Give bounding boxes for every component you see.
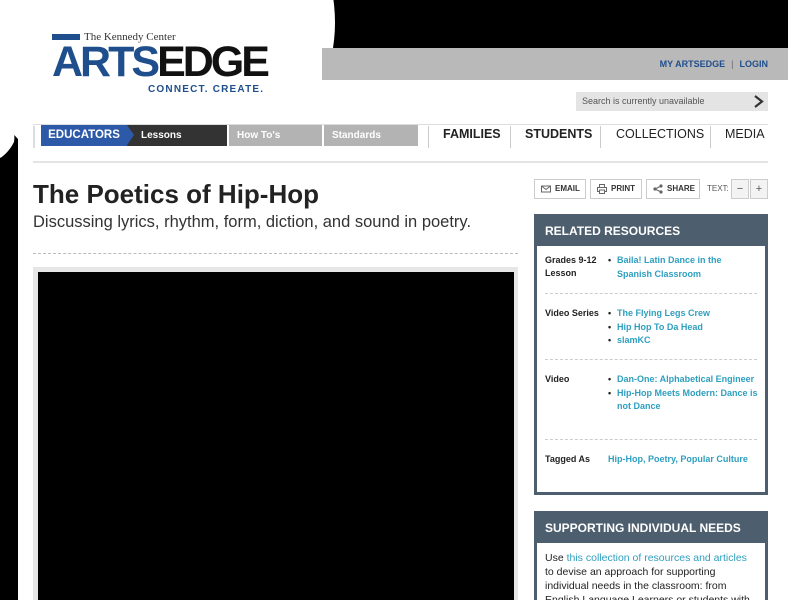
nav-students[interactable]: STUDENTS [525,127,592,141]
wordmark-arts: ARTS [52,38,160,86]
artsedge-wordmark: ARTSEDGE [52,38,270,86]
search-box[interactable]: Search is currently unavailable [576,92,768,111]
resource-links: • The Flying Legs Crew • Hip Hop To Da Hea… [608,307,758,348]
supporting-needs-panel: SUPPORTING INDIVIDUAL NEEDS Use this col… [534,511,768,600]
support-text-start: Use [545,552,567,564]
page-title: The Poetics of Hip-Hop [33,179,319,209]
share-label: SHARE [667,184,696,193]
resource-links: Hip-Hop, Poetry, Popular Culture [608,453,758,467]
bullet: • [608,255,612,265]
subnav-how-tos[interactable]: How To's [229,125,322,146]
resource-link[interactable]: • Hip-Hop Meets Modern: Dance is not Danc… [608,387,758,414]
resource-links: • Dan-One: Alphabetical Engineer • Hip-Hop… [608,373,758,414]
nav-divider [428,126,429,148]
nav-families[interactable]: FAMILIES [443,127,501,141]
resource-link-text[interactable]: Dan-One: Alphabetical Engineer [617,374,754,384]
utility-separator: | [731,59,734,69]
resource-type-label: Tagged As [545,454,591,464]
resource-divider [545,439,757,440]
resource-link[interactable]: • Baila! Latin Dance in the Spanish Class… [608,254,758,281]
support-collection-link[interactable]: this collection of resources and article… [567,552,747,564]
related-resources-panel: RELATED RESOURCES Grades 9-12 Lesson • Ba… [534,214,768,495]
bullet: • [608,308,612,318]
nav-educators[interactable]: EDUCATORS [41,125,127,146]
bullet: • [608,387,612,398]
support-text-end: to devise an approach for supporting ind… [545,566,750,600]
supporting-needs-body: Use this collection of resources and art… [537,543,765,600]
resource-link[interactable]: • Dan-One: Alphabetical Engineer [608,373,758,387]
email-icon [541,185,551,193]
print-button[interactable]: PRINT [590,179,642,199]
resource-link[interactable]: • The Flying Legs Crew [608,307,758,321]
resource-link[interactable]: • Hip Hop To Da Head [608,321,758,335]
nav-bottom-rule [33,161,768,163]
bullet: • [608,321,612,332]
supporting-needs-text: Use this collection of resources and art… [545,551,757,600]
search-placeholder: Search is currently unavailable [582,96,705,106]
nav-divider [710,126,711,148]
resource-type-label: Video Series [545,308,599,318]
resource-link[interactable]: • slamKC [608,334,758,348]
resource-link-text[interactable]: Hip Hop To Da Head [617,322,703,332]
bullet: • [608,335,612,345]
supporting-needs-heading: SUPPORTING INDIVIDUAL NEEDS [545,521,741,535]
share-icon [653,184,663,194]
resource-divider [545,293,757,294]
bullet: • [608,374,612,384]
resource-link-text[interactable]: slamKC [617,335,651,345]
nav-left-edge [33,126,35,148]
text-decrease-button[interactable]: − [731,179,749,199]
resource-type-label: Grades 9-12 Lesson [545,255,597,278]
related-resources-body: Grades 9-12 Lesson • Baila! Latin Dance i… [537,246,765,492]
share-button[interactable]: SHARE [646,179,700,199]
subnav-standards[interactable]: Standards [324,125,418,146]
nav-divider [510,126,511,148]
my-artsedge-link[interactable]: MY ARTSEDGE [660,59,726,69]
utility-links: MY ARTSEDGE | LOGIN [660,59,768,69]
email-label: EMAIL [555,184,580,193]
artsedge-logo[interactable]: The Kennedy Center ARTSEDGE CONNECT. CRE… [52,30,282,100]
video-player[interactable] [38,272,514,600]
resource-link-text[interactable]: Baila! Latin Dance in the Spanish Classr… [617,255,722,279]
print-label: PRINT [611,184,635,193]
educators-arrow [127,125,134,145]
resource-divider [545,359,757,360]
nav-divider [600,126,601,148]
tagline: CONNECT. CREATE. [148,84,265,95]
related-resources-heading: RELATED RESOURCES [545,224,681,238]
subnav-lessons[interactable]: Lessons [127,125,227,146]
nav-collections[interactable]: COLLECTIONS [616,127,704,141]
print-icon [597,184,607,194]
resource-link-text[interactable]: The Flying Legs Crew [617,308,710,318]
login-link[interactable]: LOGIN [740,59,769,69]
nav-media[interactable]: MEDIA [725,127,765,141]
email-button[interactable]: EMAIL [534,179,586,199]
text-increase-button[interactable]: + [750,179,768,199]
title-divider [33,253,518,254]
tag-links[interactable]: Hip-Hop, Poetry, Popular Culture [608,453,758,467]
resource-link-text[interactable]: Hip-Hop Meets Modern: Dance is not Dance [617,388,758,412]
resource-type-label: Video [545,374,570,384]
page: The Kennedy Center ARTSEDGE CONNECT. CRE… [0,0,788,600]
page-subtitle: Discussing lyrics, rhythm, form, diction… [33,213,472,231]
resource-links: • Baila! Latin Dance in the Spanish Class… [608,254,758,281]
wordmark-edge: EDGE [157,38,270,86]
text-size-label: TEXT: [707,184,729,193]
search-arrow-icon[interactable] [752,95,765,108]
